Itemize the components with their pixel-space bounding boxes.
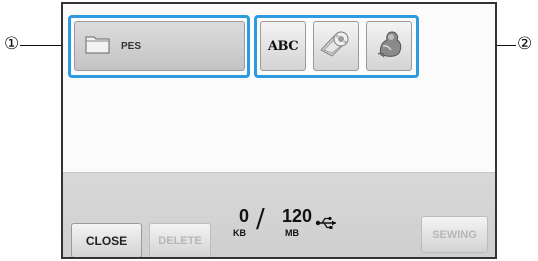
pes-location-button[interactable]: PES [74, 21, 245, 71]
callout-number-1: ① [4, 34, 20, 54]
close-button[interactable]: CLOSE [71, 223, 142, 257]
usb-icon [315, 216, 339, 235]
sewing-button[interactable]: SEWING [421, 216, 488, 253]
screen-panel: PES ABC CLOSE DELETE KB 0 / 120 MB SEWIN… [61, 2, 497, 259]
callout-number-2: ② [517, 34, 533, 54]
pes-location-label: PES [121, 40, 142, 52]
cat-design-icon [373, 28, 405, 65]
used-unit: KB [233, 228, 246, 238]
embroidery-pattern-button[interactable] [313, 21, 359, 71]
memory-separator: / [256, 204, 265, 234]
capacity-value: 120 [282, 206, 313, 226]
design-pattern-button[interactable] [366, 21, 412, 71]
capacity-unit: MB [285, 228, 299, 238]
abc-pattern-button[interactable]: ABC [260, 21, 306, 71]
delete-button[interactable]: DELETE [149, 223, 211, 257]
used-value: 0 [239, 206, 250, 226]
folder-icon [85, 34, 111, 59]
abc-text-icon: ABC [267, 38, 299, 54]
flower-disk-icon [318, 28, 354, 65]
